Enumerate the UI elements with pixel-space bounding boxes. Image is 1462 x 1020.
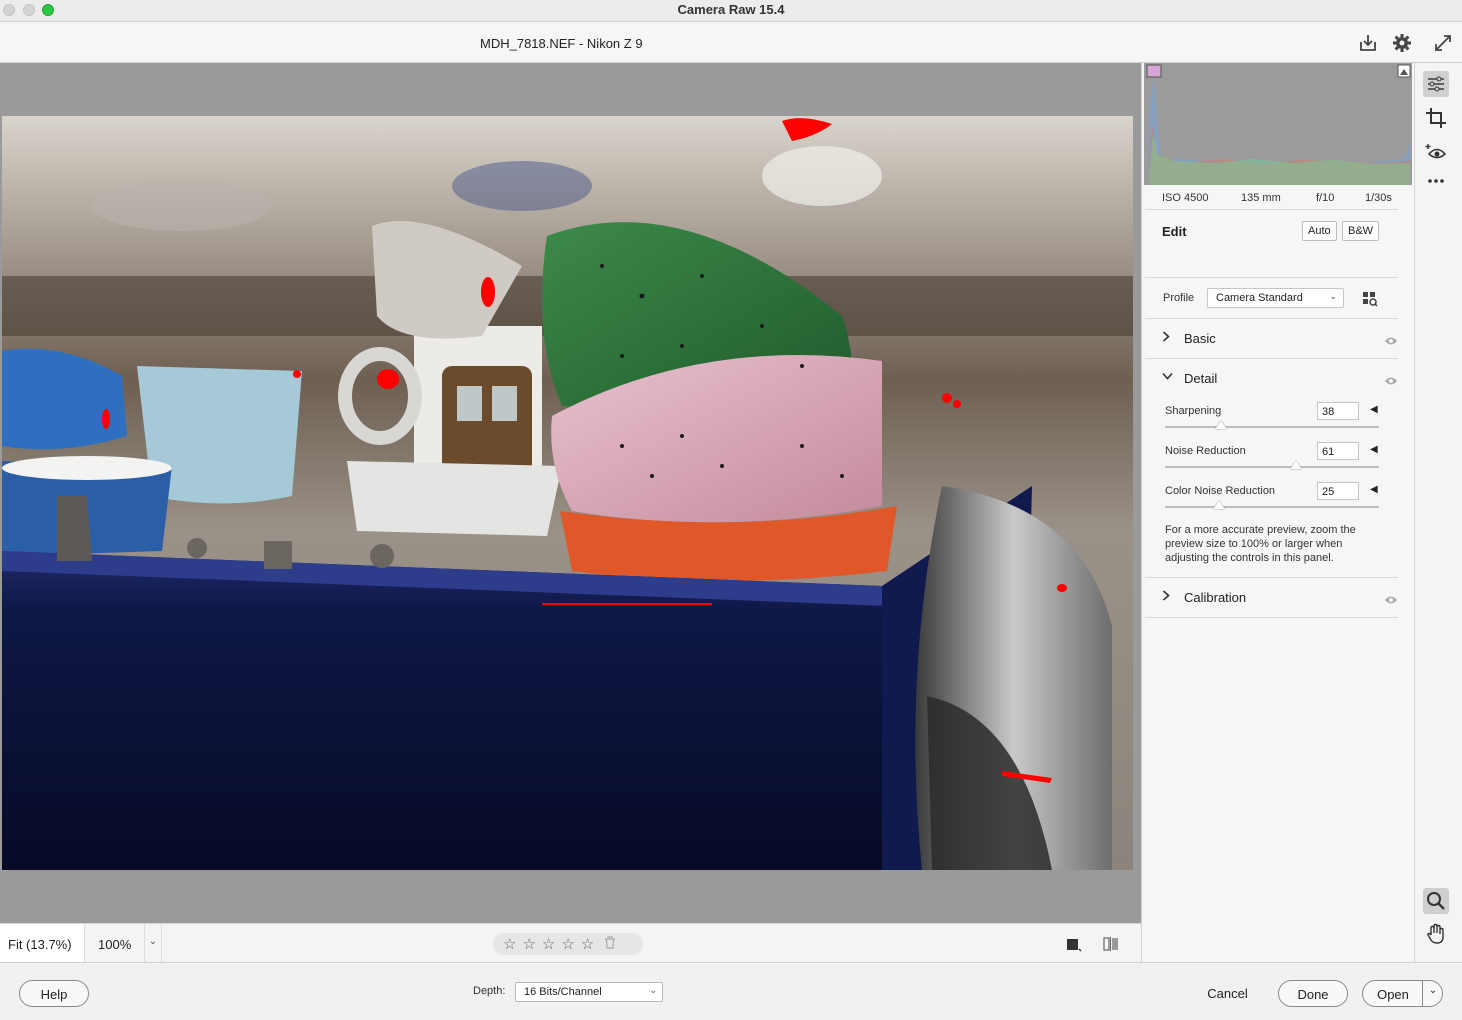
color-noise-reduction-value-input[interactable]: 25 [1317,482,1359,500]
divider [1145,209,1398,210]
save-icon[interactable] [1357,32,1379,54]
fullscreen-icon[interactable] [1432,32,1454,54]
section-calibration[interactable]: Calibration [1162,589,1398,609]
photo-preview[interactable] [2,116,1133,870]
chevron-right-icon [1162,331,1170,345]
edit-icon[interactable] [1423,71,1449,97]
file-title: MDH_7818.NEF - Nikon Z 9 [480,36,643,51]
exif-info: ISO 4500 135 mm f/10 1/30s [1142,188,1415,210]
slider-label: Color Noise Reduction [1165,485,1276,497]
slider-track[interactable] [1165,506,1379,508]
exif-iso: ISO 4500 [1162,192,1209,204]
eye-icon[interactable] [1384,593,1398,604]
sharpening-slider[interactable]: Sharpening 38 ◀ [1165,402,1379,435]
chevron-down-icon [1162,371,1173,383]
view-mode-icon[interactable] [1065,935,1083,953]
crop-icon[interactable] [1423,105,1449,131]
gear-icon[interactable] [1391,32,1413,54]
exif-shutter: 1/30s [1365,192,1392,204]
zoom-dropdown[interactable]: ⌄ [144,924,162,963]
title-bar: Camera Raw 15.4 [0,0,1462,22]
slider-thumb[interactable] [1214,421,1227,429]
histogram [1144,63,1412,185]
divider [1145,577,1398,578]
zoom-icon[interactable] [1423,888,1449,914]
profile-select[interactable]: Camera Standard ⌄ [1207,288,1344,308]
star-icon[interactable]: ☆ [581,937,594,952]
cancel-button[interactable]: Cancel [1195,986,1260,1001]
open-button[interactable]: Open [1363,987,1423,1002]
color-noise-reduction-slider[interactable]: Color Noise Reduction 25 ◀ [1165,482,1379,515]
slider-track[interactable] [1165,426,1379,428]
hand-icon[interactable] [1423,921,1449,947]
red-eye-icon[interactable] [1423,139,1449,165]
eye-icon[interactable] [1384,374,1398,385]
divider [1145,318,1398,319]
chevron-down-icon: ⌄ [148,936,158,947]
section-basic[interactable]: Basic [1162,330,1398,350]
more-icon[interactable] [1423,168,1449,194]
tool-strip [1414,63,1462,962]
chevron-right-icon [1162,590,1170,604]
edit-panel: ISO 4500 135 mm f/10 1/30s Edit Auto B&W… [1141,63,1414,962]
divider [1145,617,1398,618]
exif-aperture: f/10 [1316,192,1335,204]
slider-thumb[interactable] [1289,461,1302,469]
depth-value: 16 Bits/Channel [524,986,602,998]
section-detail[interactable]: Detail [1162,370,1398,390]
before-after-icon[interactable] [1102,935,1120,953]
slider-thumb[interactable] [1212,501,1225,509]
bw-button[interactable]: B&W [1342,221,1380,241]
image-canvas[interactable] [0,63,1141,923]
help-button[interactable]: Help [19,980,89,1007]
exif-focal: 135 mm [1241,192,1281,204]
section-basic-label: Basic [1184,331,1216,346]
detail-note: For a more accurate preview, zoom the pr… [1165,524,1356,564]
header-bar: MDH_7818.NEF - Nikon Z 9 [0,22,1462,63]
slider-label: Noise Reduction [1165,445,1246,457]
zoom-fit-button[interactable]: Fit (13.7%) [0,924,85,963]
profile-label: Profile [1163,292,1195,304]
shadow-clipping-icon[interactable] [1146,64,1162,78]
profile-browser-icon[interactable] [1362,291,1378,307]
star-icon[interactable]: ☆ [522,937,535,952]
edit-title: Edit [1162,224,1187,239]
zoom-100-button[interactable]: 100% [86,924,144,963]
open-options-dropdown[interactable]: ⌄ [1423,985,1443,996]
footer-bar: Help Depth: 16 Bits/Channel ⌄ Cancel Don… [0,962,1462,1020]
section-calibration-label: Calibration [1184,590,1247,605]
reset-triangle-icon[interactable]: ◀ [1370,484,1378,495]
slider-track[interactable] [1165,466,1379,468]
reset-triangle-icon[interactable]: ◀ [1370,404,1378,415]
noise-reduction-value-input[interactable]: 61 [1317,442,1359,460]
sharpening-value-input[interactable]: 38 [1317,402,1359,420]
star-icon[interactable]: ☆ [503,937,516,952]
reset-triangle-icon[interactable]: ◀ [1370,444,1378,455]
trash-icon[interactable] [604,936,616,952]
preview-bar: Fit (13.7%) 100% ⌄ ☆ ☆ ☆ ☆ ☆ [0,923,1141,963]
chevron-down-icon: ⌄ [649,985,657,995]
divider [1145,358,1398,359]
noise-reduction-slider[interactable]: Noise Reduction 61 ◀ [1165,442,1379,475]
slider-label: Sharpening [1165,405,1222,417]
star-rating[interactable]: ☆ ☆ ☆ ☆ ☆ [493,933,643,955]
depth-select[interactable]: 16 Bits/Channel ⌄ [515,982,663,1002]
star-icon[interactable]: ☆ [542,937,555,952]
eye-icon[interactable] [1384,334,1398,345]
chevron-down-icon: ⌄ [1329,291,1337,301]
profile-value: Camera Standard [1216,292,1303,304]
star-icon[interactable]: ☆ [561,937,574,952]
auto-button[interactable]: Auto [1302,221,1337,241]
depth-label: Depth: [473,985,506,997]
open-button-group: Open ⌄ [1362,980,1443,1007]
section-detail-label: Detail [1184,371,1218,386]
done-button[interactable]: Done [1278,980,1348,1007]
window-title: Camera Raw 15.4 [677,2,785,17]
divider [1145,277,1398,278]
